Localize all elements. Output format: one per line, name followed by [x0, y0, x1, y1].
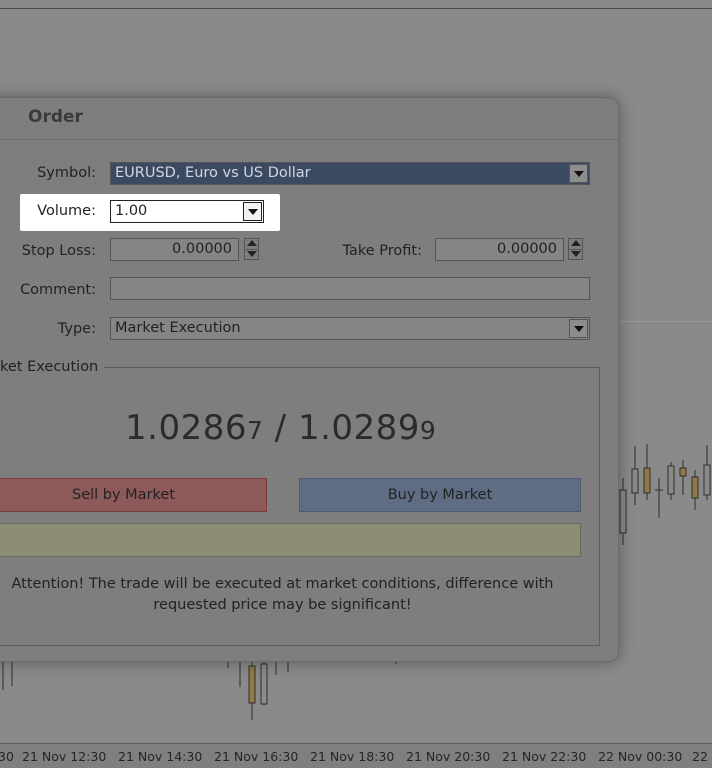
stop-loss-input[interactable]: 0.00000 [110, 238, 239, 261]
chart-price-line [615, 321, 712, 322]
sell-by-market-button[interactable]: Sell by Market [0, 478, 267, 512]
attention-message: Attention! The trade will be executed at… [0, 574, 565, 616]
stop-loss-value: 0.00000 [172, 241, 232, 257]
dialog-title: Order [28, 107, 83, 127]
type-label: Type: [57, 321, 96, 337]
symbol-value: EURUSD, Euro vs US Dollar [115, 165, 311, 181]
take-profit-input[interactable]: 0.00000 [435, 238, 564, 261]
type-value: Market Execution [115, 320, 241, 336]
spin-down-icon [571, 251, 581, 257]
buy-by-market-button[interactable]: Buy by Market [299, 478, 581, 512]
time-label: 21 Nov 22:30 [502, 749, 587, 764]
spin-up-icon [571, 240, 581, 246]
chevron-down-icon [573, 325, 584, 332]
volume-value: 1.00 [115, 203, 148, 219]
stop-loss-label: Stop Loss: [21, 243, 96, 259]
title-divider [0, 139, 618, 140]
volume-select[interactable]: 1.00 [110, 200, 264, 223]
time-label: 30 [0, 749, 14, 764]
time-label: 22 [692, 749, 708, 764]
stop-loss-spinner[interactable] [244, 238, 260, 261]
ask-price-pip: 9 [419, 416, 437, 445]
attention-line-2: requested price may be significant! [153, 597, 412, 613]
close-by-button-bar[interactable] [0, 523, 581, 557]
take-profit-label: Take Profit: [342, 243, 422, 259]
comment-input[interactable] [110, 277, 590, 300]
symbol-label: Symbol: [37, 165, 96, 181]
price-separator: / [263, 408, 298, 448]
volume-dropdown-button[interactable] [243, 202, 262, 221]
chevron-down-icon [247, 208, 258, 215]
time-label: 21 Nov 12:30 [22, 749, 107, 764]
chevron-down-icon [573, 170, 584, 177]
take-profit-spinner[interactable] [568, 238, 584, 261]
type-select[interactable]: Market Execution [110, 317, 590, 340]
spin-up-icon [247, 240, 257, 246]
time-label: 21 Nov 18:30 [310, 749, 395, 764]
time-label: 21 Nov 14:30 [118, 749, 203, 764]
group-title: ket Execution [0, 359, 105, 375]
take-profit-value: 0.00000 [497, 241, 557, 257]
bid-price: 1.0286 [125, 408, 247, 448]
volume-label: Volume: [37, 203, 96, 219]
bid-price-pip: 7 [246, 416, 264, 445]
spin-down-icon [247, 251, 257, 257]
comment-label: Comment: [20, 282, 96, 298]
symbol-dropdown-button[interactable] [569, 164, 588, 183]
price-display: 1.02867 / 1.02899 [125, 408, 436, 448]
ask-price: 1.0289 [297, 408, 420, 448]
attention-line-1: Attention! The trade will be executed at… [11, 576, 554, 592]
time-label: 22 Nov 00:30 [598, 749, 683, 764]
time-axis: 30 21 Nov 12:30 21 Nov 14:30 21 Nov 16:3… [0, 743, 712, 768]
time-label: 21 Nov 20:30 [406, 749, 491, 764]
chart-top-border [0, 8, 712, 9]
symbol-select[interactable]: EURUSD, Euro vs US Dollar [110, 162, 590, 185]
type-dropdown-button[interactable] [569, 319, 588, 338]
time-label: 21 Nov 16:30 [214, 749, 299, 764]
